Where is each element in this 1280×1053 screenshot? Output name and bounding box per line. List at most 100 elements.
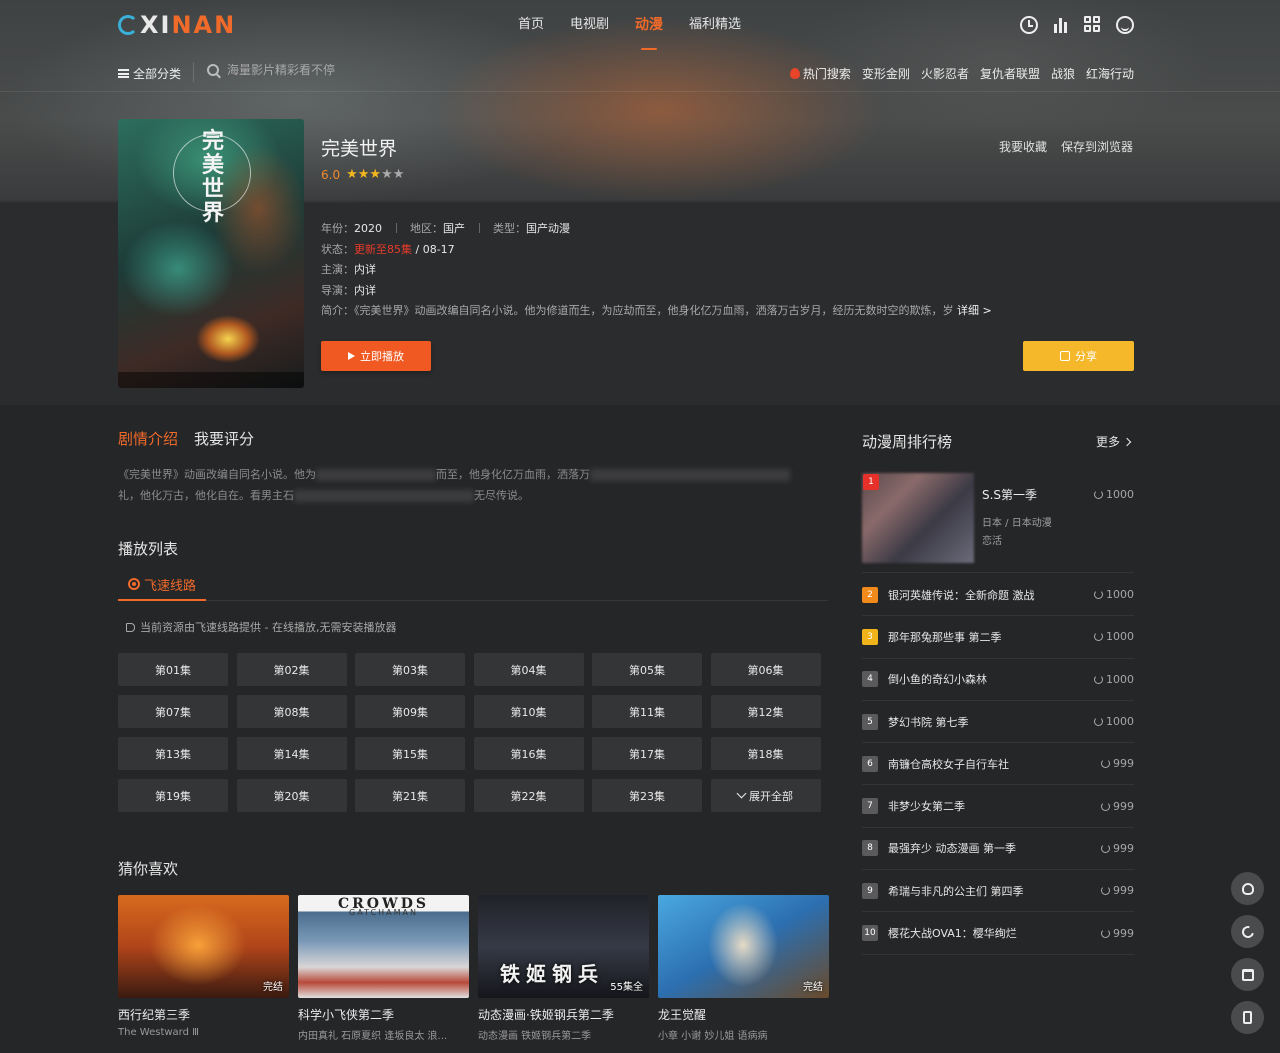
blurred-text bbox=[590, 469, 790, 481]
ranking-more-link[interactable]: 更多 bbox=[1096, 433, 1132, 450]
recommend-name[interactable]: 龙王觉醒 bbox=[658, 1006, 829, 1023]
region-value[interactable]: 国产 bbox=[443, 222, 465, 235]
rank-name[interactable]: 银河英雄传说：全新命题 激战 bbox=[888, 587, 1094, 603]
rank-name[interactable]: S.S第一季 bbox=[982, 486, 1037, 503]
ranking-row[interactable]: 10 樱花大战OVA1：樱华绚烂 999 bbox=[862, 912, 1134, 955]
menu-icon bbox=[118, 69, 129, 78]
theme-button[interactable] bbox=[1231, 958, 1264, 991]
type-label: 类型： bbox=[493, 222, 526, 235]
recommend-thumbnail[interactable]: 完结 bbox=[658, 895, 829, 998]
director-value: 内详 bbox=[354, 283, 376, 297]
recommend-card[interactable]: 铁姬钢兵 55集全 动态漫画·铁姬钢兵第二季 动态漫画 铁姬钢兵第二季 bbox=[478, 895, 649, 1042]
summary-more-link[interactable]: 详细 > bbox=[957, 304, 992, 317]
episode-button[interactable]: 第10集 bbox=[473, 695, 584, 728]
recommend-name[interactable]: 科学小飞侠第二季 bbox=[298, 1006, 469, 1023]
search-icon[interactable] bbox=[207, 64, 219, 76]
episode-button[interactable]: 第06集 bbox=[710, 653, 821, 686]
recommend-thumbnail[interactable]: 铁姬钢兵 55集全 bbox=[478, 895, 649, 998]
rank-name[interactable]: 那年那兔那些事 第二季 bbox=[888, 629, 1094, 645]
qq-button[interactable] bbox=[1231, 872, 1264, 905]
meta-row-basic: 年份：2020 地区：国产 类型：国产动漫 bbox=[321, 219, 1051, 240]
rank-name[interactable]: 梦幻书院 第七季 bbox=[888, 714, 1094, 730]
episode-button[interactable]: 第12集 bbox=[710, 695, 821, 728]
rank-name[interactable]: 樱花大战OVA1：樱华绚烂 bbox=[888, 925, 1101, 941]
rank-count: 999 bbox=[1101, 757, 1134, 770]
smile-icon[interactable] bbox=[1116, 16, 1134, 34]
ranking-row[interactable]: 2 银河英雄传说：全新命题 激战 1000 bbox=[862, 574, 1134, 617]
all-categories-button[interactable]: 全部分类 bbox=[118, 65, 181, 82]
ranking-row[interactable]: 7 非梦少女第二季 999 bbox=[862, 785, 1134, 828]
ranking-row[interactable]: 3 那年那兔那些事 第二季 1000 bbox=[862, 616, 1134, 659]
episode-button[interactable]: 第14集 bbox=[236, 737, 347, 770]
recommend-thumbnail[interactable]: CROWDS GATCHAMAN bbox=[298, 895, 469, 998]
episode-button[interactable]: 第22集 bbox=[473, 779, 584, 812]
ranking-row[interactable]: 5 梦幻书院 第七季 1000 bbox=[862, 701, 1134, 744]
hot-search-item[interactable]: 红海行动 bbox=[1086, 65, 1134, 82]
hot-search-item[interactable]: 复仇者联盟 bbox=[980, 65, 1040, 82]
episode-button[interactable]: 第13集 bbox=[118, 737, 228, 770]
ranking-row[interactable]: 9 希瑞与非凡的公主们 第四季 999 bbox=[862, 870, 1134, 913]
tab-rate[interactable]: 我要评分 bbox=[194, 428, 254, 449]
rank-name[interactable]: 希瑞与非凡的公主们 第四季 bbox=[888, 883, 1101, 899]
nav-tv[interactable]: 电视剧 bbox=[557, 0, 622, 50]
ranking-row[interactable]: 4 倒小鱼的奇幻小森林 1000 bbox=[862, 659, 1134, 701]
nav-picks[interactable]: 福利精选 bbox=[676, 0, 754, 50]
dark-mode-button[interactable] bbox=[1231, 915, 1264, 948]
episode-button[interactable]: 第09集 bbox=[355, 695, 465, 728]
history-icon[interactable] bbox=[1020, 16, 1038, 34]
favorite-link[interactable]: 我要收藏 bbox=[999, 138, 1047, 155]
ranking-row[interactable]: 6 南镰仓高校女子自行车社 999 bbox=[862, 743, 1134, 786]
episode-button[interactable]: 第01集 bbox=[118, 653, 228, 686]
mobile-button[interactable] bbox=[1231, 1001, 1264, 1034]
recommend-name[interactable]: 西行纪第三季 bbox=[118, 1006, 289, 1023]
chart-icon[interactable] bbox=[1052, 16, 1070, 34]
save-to-browser-link[interactable]: 保存到浏览器 bbox=[1061, 138, 1133, 155]
hot-search-item[interactable]: 变形金刚 bbox=[862, 65, 910, 82]
recommend-name[interactable]: 动态漫画·铁姬钢兵第二季 bbox=[478, 1006, 649, 1023]
episode-button[interactable]: 第23集 bbox=[592, 779, 702, 812]
episode-button[interactable]: 第18集 bbox=[710, 737, 821, 770]
episode-button[interactable]: 第05集 bbox=[592, 653, 702, 686]
nav-anime[interactable]: 动漫 bbox=[622, 0, 676, 50]
episode-button[interactable]: 第02集 bbox=[236, 653, 347, 686]
grid-icon[interactable] bbox=[1084, 16, 1102, 34]
episode-button[interactable]: 第11集 bbox=[592, 695, 702, 728]
share-button[interactable]: 分享 bbox=[1023, 341, 1134, 371]
episode-button[interactable]: 第16集 bbox=[473, 737, 584, 770]
ranking-row[interactable]: 8 最强弃少 动态漫画 第一季 999 bbox=[862, 828, 1134, 871]
rank-name[interactable]: 南镰仓高校女子自行车社 bbox=[888, 756, 1101, 772]
recommend-thumbnail[interactable]: 完结 bbox=[118, 895, 289, 998]
ranking-top-item[interactable]: 1 S.S第一季 日本 / 日本动漫 恋活 1000 bbox=[862, 473, 1134, 573]
hot-search-item[interactable]: 火影忍者 bbox=[921, 65, 969, 82]
episode-button[interactable]: 第04集 bbox=[473, 653, 584, 686]
type-value[interactable]: 国产动漫 bbox=[526, 222, 570, 235]
tab-synopsis[interactable]: 剧情介绍 bbox=[118, 428, 178, 449]
expand-all-button[interactable]: 展开全部 bbox=[710, 779, 821, 812]
episode-button[interactable]: 第07集 bbox=[118, 695, 228, 728]
recommend-sub: 小章 小谢 妙儿姐 语病病 bbox=[658, 1031, 768, 1042]
recommend-card[interactable]: 完结 西行纪第三季 The Westward Ⅲ bbox=[118, 895, 289, 1042]
star-rating[interactable]: ★★★★★ bbox=[346, 167, 404, 182]
expand-all-label: 展开全部 bbox=[749, 789, 793, 803]
hot-search-item[interactable]: 战狼 bbox=[1051, 65, 1075, 82]
episode-button[interactable]: 第03集 bbox=[355, 653, 465, 686]
episode-button[interactable]: 第17集 bbox=[592, 737, 702, 770]
recommend-card[interactable]: 完结 龙王觉醒 小章 小谢 妙儿姐 语病病 bbox=[658, 895, 829, 1042]
recommend-card[interactable]: CROWDS GATCHAMAN 科学小飞侠第二季 内田真礼 石原夏织 逢坂良太… bbox=[298, 895, 469, 1042]
tab-fast-line[interactable]: 飞速线路 bbox=[118, 569, 206, 601]
nav-home[interactable]: 首页 bbox=[505, 0, 557, 50]
rank-name[interactable]: 非梦少女第二季 bbox=[888, 798, 1101, 814]
search-input[interactable] bbox=[227, 63, 427, 77]
episode-button[interactable]: 第08集 bbox=[236, 695, 347, 728]
episode-button[interactable]: 第15集 bbox=[355, 737, 465, 770]
status-date: / 08-17 bbox=[412, 242, 455, 256]
rank-name[interactable]: 最强弃少 动态漫画 第一季 bbox=[888, 840, 1101, 856]
rank-name[interactable]: 倒小鱼的奇幻小森林 bbox=[888, 671, 1094, 687]
episode-button[interactable]: 第21集 bbox=[355, 779, 465, 812]
poster-image[interactable]: 完美世界 bbox=[118, 119, 304, 388]
episode-button[interactable]: 第20集 bbox=[236, 779, 347, 812]
heat-icon bbox=[1094, 632, 1103, 642]
play-now-button[interactable]: 立即播放 bbox=[321, 341, 431, 371]
episode-button[interactable]: 第19集 bbox=[118, 779, 228, 812]
site-logo[interactable]: XI NAN bbox=[118, 10, 236, 40]
